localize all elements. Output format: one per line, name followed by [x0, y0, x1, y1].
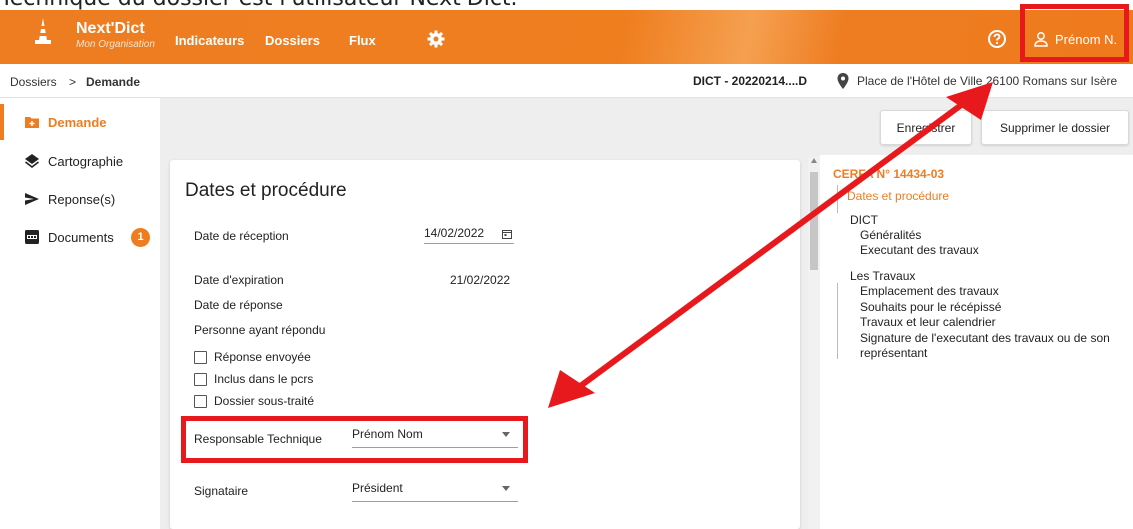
checkbox[interactable]: [194, 394, 207, 408]
dossier-address: Place de l'Hôtel de Ville 26100 Romans s…: [857, 74, 1118, 88]
nav-flux[interactable]: Flux: [349, 33, 376, 48]
top-navbar: Next'Dict Mon Organisation Indicateurs D…: [0, 10, 1133, 64]
checkbox[interactable]: [194, 350, 207, 364]
save-button[interactable]: Enregistrer: [880, 110, 972, 145]
nav-indicateurs[interactable]: Indicateurs: [175, 33, 244, 48]
nav-dossiers[interactable]: Dossiers: [265, 33, 320, 48]
outline-group[interactable]: DICT: [850, 213, 878, 227]
reception-date-label: Date de réception: [194, 229, 289, 243]
signataire-select[interactable]: Président: [352, 480, 518, 502]
folder-add-icon: [25, 117, 39, 128]
outline-item[interactable]: Signature de l'executant des travaux ou …: [860, 331, 1110, 345]
response-date-label: Date de réponse: [194, 298, 283, 312]
outline-item[interactable]: Executant des travaux: [860, 243, 979, 257]
layers-icon: [25, 154, 39, 169]
checkbox-reponse-envoyee[interactable]: Réponse envoyée: [194, 350, 311, 364]
expiration-date-value: 21/02/2022: [450, 273, 511, 287]
outline-line: [837, 185, 838, 213]
breadcrumb-demande: Demande: [86, 75, 141, 89]
scrollbar-thumb[interactable]: [810, 172, 818, 270]
reception-date-input[interactable]: 14/02/2022: [424, 224, 514, 244]
outline-item[interactable]: Travaux et leur calendrier: [860, 315, 996, 329]
traffic-cone-logo-icon: [35, 18, 51, 44]
checkbox[interactable]: [194, 372, 207, 386]
sidebar-item-cartographie[interactable]: Cartographie: [0, 143, 160, 179]
dates-procedure-card: Dates et procédure Date de réception 14/…: [170, 160, 800, 529]
checkbox-label: Dossier sous-traité: [214, 394, 315, 408]
location-pin-icon: [837, 73, 849, 89]
expiration-date-label: Date d'expiration: [194, 273, 284, 287]
breadcrumb-dossiers[interactable]: Dossiers: [10, 75, 57, 89]
outline-item[interactable]: Souhaits pour le récépissé: [860, 300, 1001, 314]
breadcrumb-separator: >: [69, 75, 77, 89]
checkbox-label: Inclus dans le pcrs: [214, 372, 314, 386]
send-icon: [25, 193, 39, 205]
outline-line: [837, 283, 838, 359]
sidebar-item-demande[interactable]: Demande: [0, 104, 160, 140]
outline-item-current[interactable]: Dates et procédure: [847, 189, 949, 203]
card-title: Dates et procédure: [185, 180, 347, 201]
sidebar-item-label: Demande: [48, 114, 107, 130]
outline-header[interactable]: CERFA N° 14434-03: [833, 167, 944, 181]
chevron-down-icon: [502, 486, 510, 491]
sidebar-item-reponses[interactable]: Reponse(s): [0, 181, 160, 217]
breadcrumb: Dossiers > Demande DICT - 20220214....D …: [0, 64, 1133, 98]
outline-item[interactable]: Généralités: [860, 228, 921, 242]
signataire-label: Signataire: [194, 484, 249, 498]
gear-icon[interactable]: [426, 29, 446, 49]
annotation-box-responsable: [181, 416, 528, 463]
annotation-box-user: [1020, 4, 1129, 62]
instruction-caption: Technique du dossier est l'utilisateur N…: [0, 0, 1133, 10]
documents-count-badge: 1: [131, 227, 150, 247]
outline-item[interactable]: Emplacement des travaux: [860, 284, 999, 298]
app-brand[interactable]: Next'Dict: [76, 21, 145, 37]
outline-item[interactable]: représentant: [860, 346, 927, 360]
delete-dossier-button[interactable]: Supprimer le dossier: [981, 110, 1129, 145]
outline-group[interactable]: Les Travaux: [850, 269, 915, 283]
help-icon[interactable]: [987, 29, 1007, 49]
checkbox-label: Réponse envoyée: [214, 350, 311, 364]
organisation-name: Mon Organisation: [76, 39, 155, 50]
sidebar-item-documents[interactable]: Documents 1: [0, 219, 160, 255]
responder-label: Personne ayant répondu: [194, 323, 326, 337]
checkbox-dossier-sous-traite[interactable]: Dossier sous-traité: [194, 394, 314, 408]
sidebar-item-label: Reponse(s): [48, 191, 116, 207]
signataire-value: Président: [352, 481, 403, 495]
sidebar: Demande Cartographie Reponse(s) Document…: [0, 98, 160, 529]
scroll-up-icon[interactable]: [811, 158, 817, 163]
sidebar-item-label: Cartographie: [48, 153, 124, 169]
sidebar-item-label: Documents: [48, 229, 114, 245]
pdf-icon: [25, 230, 39, 244]
form-outline: CERFA N° 14434-03 Dates et procédure DIC…: [820, 155, 1133, 529]
calendar-icon[interactable]: [502, 229, 512, 239]
dossier-reference: DICT - 20220214....D: [693, 74, 808, 88]
checkbox-inclus-pcrs[interactable]: Inclus dans le pcrs: [194, 372, 313, 386]
